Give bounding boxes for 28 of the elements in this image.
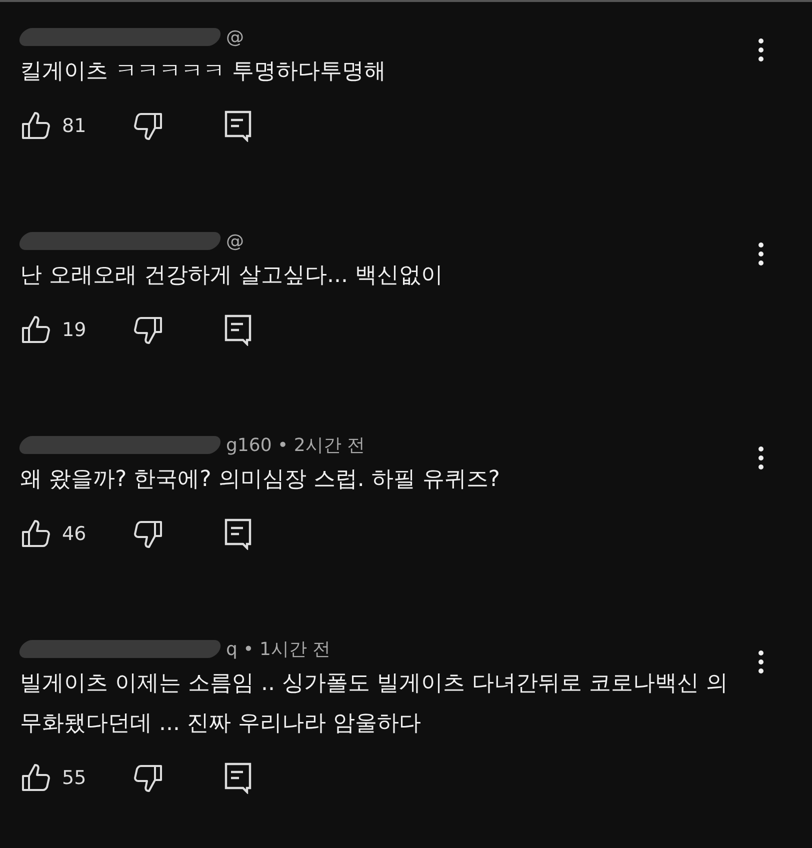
like-count: 19 (62, 319, 88, 341)
like-count: 46 (62, 523, 88, 545)
dislike-icon[interactable] (132, 762, 164, 794)
like-icon[interactable] (20, 110, 52, 142)
reply-icon[interactable] (224, 314, 252, 346)
more-options-icon[interactable] (758, 38, 764, 62)
comment-author: q • 1시간 전 (226, 638, 331, 661)
comment-author: @ (226, 230, 244, 252)
like-icon[interactable] (20, 762, 52, 794)
dislike-icon[interactable] (132, 518, 164, 550)
comment-text: 킬게이츠 ㅋㅋㅋㅋㅋ 투명하다투명해 (20, 58, 387, 86)
comment-author: g160 • 2시간 전 (226, 434, 366, 457)
more-options-icon[interactable] (758, 650, 764, 674)
like-icon[interactable] (20, 518, 52, 550)
dislike-icon[interactable] (132, 314, 164, 346)
comment-author: @ (226, 26, 244, 48)
comment-text: 왜 왔을까? 한국에? 의미심장 스럽. 하필 유퀴즈? (20, 466, 501, 494)
more-options-icon[interactable] (758, 446, 764, 470)
like-count: 81 (62, 115, 88, 137)
like-icon[interactable] (20, 314, 52, 346)
reply-icon[interactable] (224, 518, 252, 550)
like-count: 55 (62, 767, 88, 789)
more-options-icon[interactable] (758, 242, 764, 266)
reply-icon[interactable] (224, 110, 252, 142)
comment-text: 빌게이츠 이제는 소름임 .. 싱가폴도 빌게이츠 다녀간뒤로 코로나백신 의무화됐다던데 ... 진짜 우리나라 암울하다 (20, 670, 729, 738)
comment-text: 난 오래오래 건강하게 살고싶다... 백신없이 (20, 262, 444, 290)
dislike-icon[interactable] (132, 110, 164, 142)
reply-icon[interactable] (224, 762, 252, 794)
